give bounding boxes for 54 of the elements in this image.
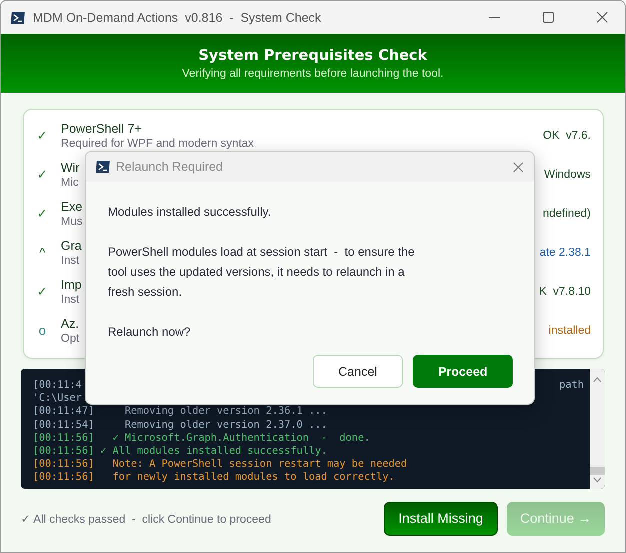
powershell-icon [96,161,110,173]
dialog-message: Relaunch now? [108,324,192,341]
log-line: [00:11:56] ✓ Microsoft.Graph.Authentication - done. [33,432,370,446]
cancel-button[interactable]: Cancel [313,355,403,388]
log-line: 'C:\User [33,392,82,406]
footer-status: ✓ All checks passed - click Continue to proceed [21,512,272,526]
install-button[interactable]: Install Missing [384,502,498,536]
window-title: MDM On-Demand Actions v0.816 - System Check [33,10,322,24]
proceed-button[interactable]: Proceed [413,355,513,388]
check-name: Imp [61,278,82,292]
log-line: [00:11:56] for newly installed modules to load correctly. [33,471,395,485]
check-status: ndefined) [543,208,592,220]
check-name: Az. [61,316,80,330]
check-name: Wir [61,160,80,174]
header-title: System Prerequisites Check [198,48,428,64]
close-icon[interactable] [596,12,608,23]
check-description: Mic [61,176,79,188]
status-icon: o [24,323,61,338]
status-icon: ✓ [24,128,61,143]
log-line: [00:11:47] Removing older version 2.36.1 ... [33,405,328,419]
check-name: Exe [61,200,83,214]
scroll-thumb[interactable] [590,467,605,475]
dialog-title: Relaunch Required [116,160,224,174]
scroll-down-icon[interactable] [593,477,602,483]
app-icon [11,12,25,24]
log-line: path [559,379,584,392]
check-status: installed [548,324,592,336]
scrollbar[interactable] [590,369,605,489]
check-name: Gra [61,238,82,252]
check-status: K v7.8.10 [539,286,592,298]
check-description: Inst [61,294,80,306]
check-name: PowerShell 7+ [61,122,142,136]
dialog-message: PowerShell modules load at session start - to ensure the tool uses the updated versions, it needs to relaunch in a fresh session. [108,244,416,301]
maximize-icon[interactable] [542,12,554,23]
log-line: [00:11:4 [33,379,82,392]
status-icon: ✓ [24,284,61,299]
check-status: OK v7.6. [543,130,592,142]
status-icon: ^ [24,245,61,260]
check-description: Inst [61,254,80,266]
status-icon: ✓ [24,206,61,221]
status-icon: ✓ [24,167,61,182]
header-subtitle: Verifying all requirements before launching the tool. [182,68,444,80]
check-status: Windows [544,168,592,180]
minimize-icon[interactable] [488,16,500,18]
log-line: [00:11:56] ✓ All modules installed successfully. [33,445,328,458]
log-line: [00:11:56] Note: A PowerShell session restart may be needed [33,458,408,472]
check-description: Required for WPF and modern syntax [61,138,254,150]
dialog-message: Modules installed successfully. [108,204,272,221]
check-description: Opt [61,332,80,344]
log-line: [00:11:54] Removing older version 2.37.0 ... [33,418,328,432]
close-icon[interactable] [513,162,524,172]
check-status: ate 2.38.1 [540,246,592,258]
scroll-up-icon[interactable] [593,377,602,383]
check-description: Mus [61,216,83,228]
